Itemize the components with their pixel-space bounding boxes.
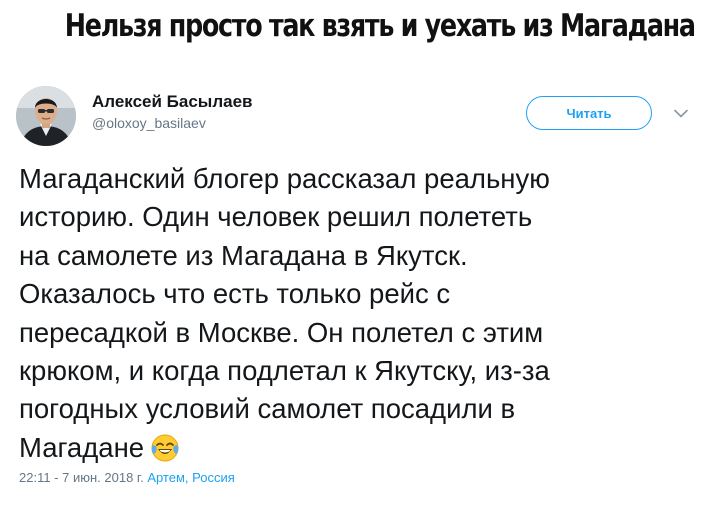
tweet-text-line: крюком, и когда подлетал к Якутску, из-з… — [19, 355, 550, 387]
tweet-text-line: Оказалось что есть только рейс с — [19, 278, 451, 310]
user-avatar-photo-icon — [16, 86, 76, 146]
face-with-tears-of-joy-icon — [150, 433, 180, 473]
tweet-header: Алексей Басылаев @oloxoy_basilaev Читать — [16, 86, 706, 146]
author-handle[interactable]: @oloxoy_basilaev — [92, 114, 252, 132]
chevron-down-icon — [674, 109, 688, 117]
tweet-metadata: 22:11 - 7 июн. 2018 г. Артем, Россия — [19, 470, 235, 485]
tweet-text-last-line: Магадане — [19, 429, 709, 473]
tweet-timestamp[interactable]: 22:11 - 7 июн. 2018 г. — [19, 470, 144, 485]
author-avatar[interactable] — [16, 86, 76, 146]
more-options-button[interactable] — [670, 102, 692, 124]
meme-caption-title: Нельзя просто так взять и уехать из Мага… — [64, 8, 696, 44]
tweet-text-line: пересадкой в Москве. Он полетел с этим — [19, 316, 544, 348]
tweet-text-line: погодных условий самолет посадили в — [19, 393, 516, 425]
tweet-location[interactable]: Артем, Россия — [147, 470, 234, 485]
tweet-text-line: историю. Один человек решил полететь — [19, 201, 533, 233]
tweet-text-line: Магадане — [19, 431, 145, 463]
tweet-text-line: на самолете из Магадана в Якутск. — [19, 239, 468, 271]
follow-button[interactable]: Читать — [526, 96, 652, 130]
author-info[interactable]: Алексей Басылаев @oloxoy_basilaev — [92, 92, 252, 132]
author-name[interactable]: Алексей Басылаев — [92, 92, 252, 112]
tweet-text: Магаданский блогер рассказал реальную ис… — [19, 160, 709, 473]
tweet-text-line: Магаданский блогер рассказал реальную — [19, 163, 550, 194]
